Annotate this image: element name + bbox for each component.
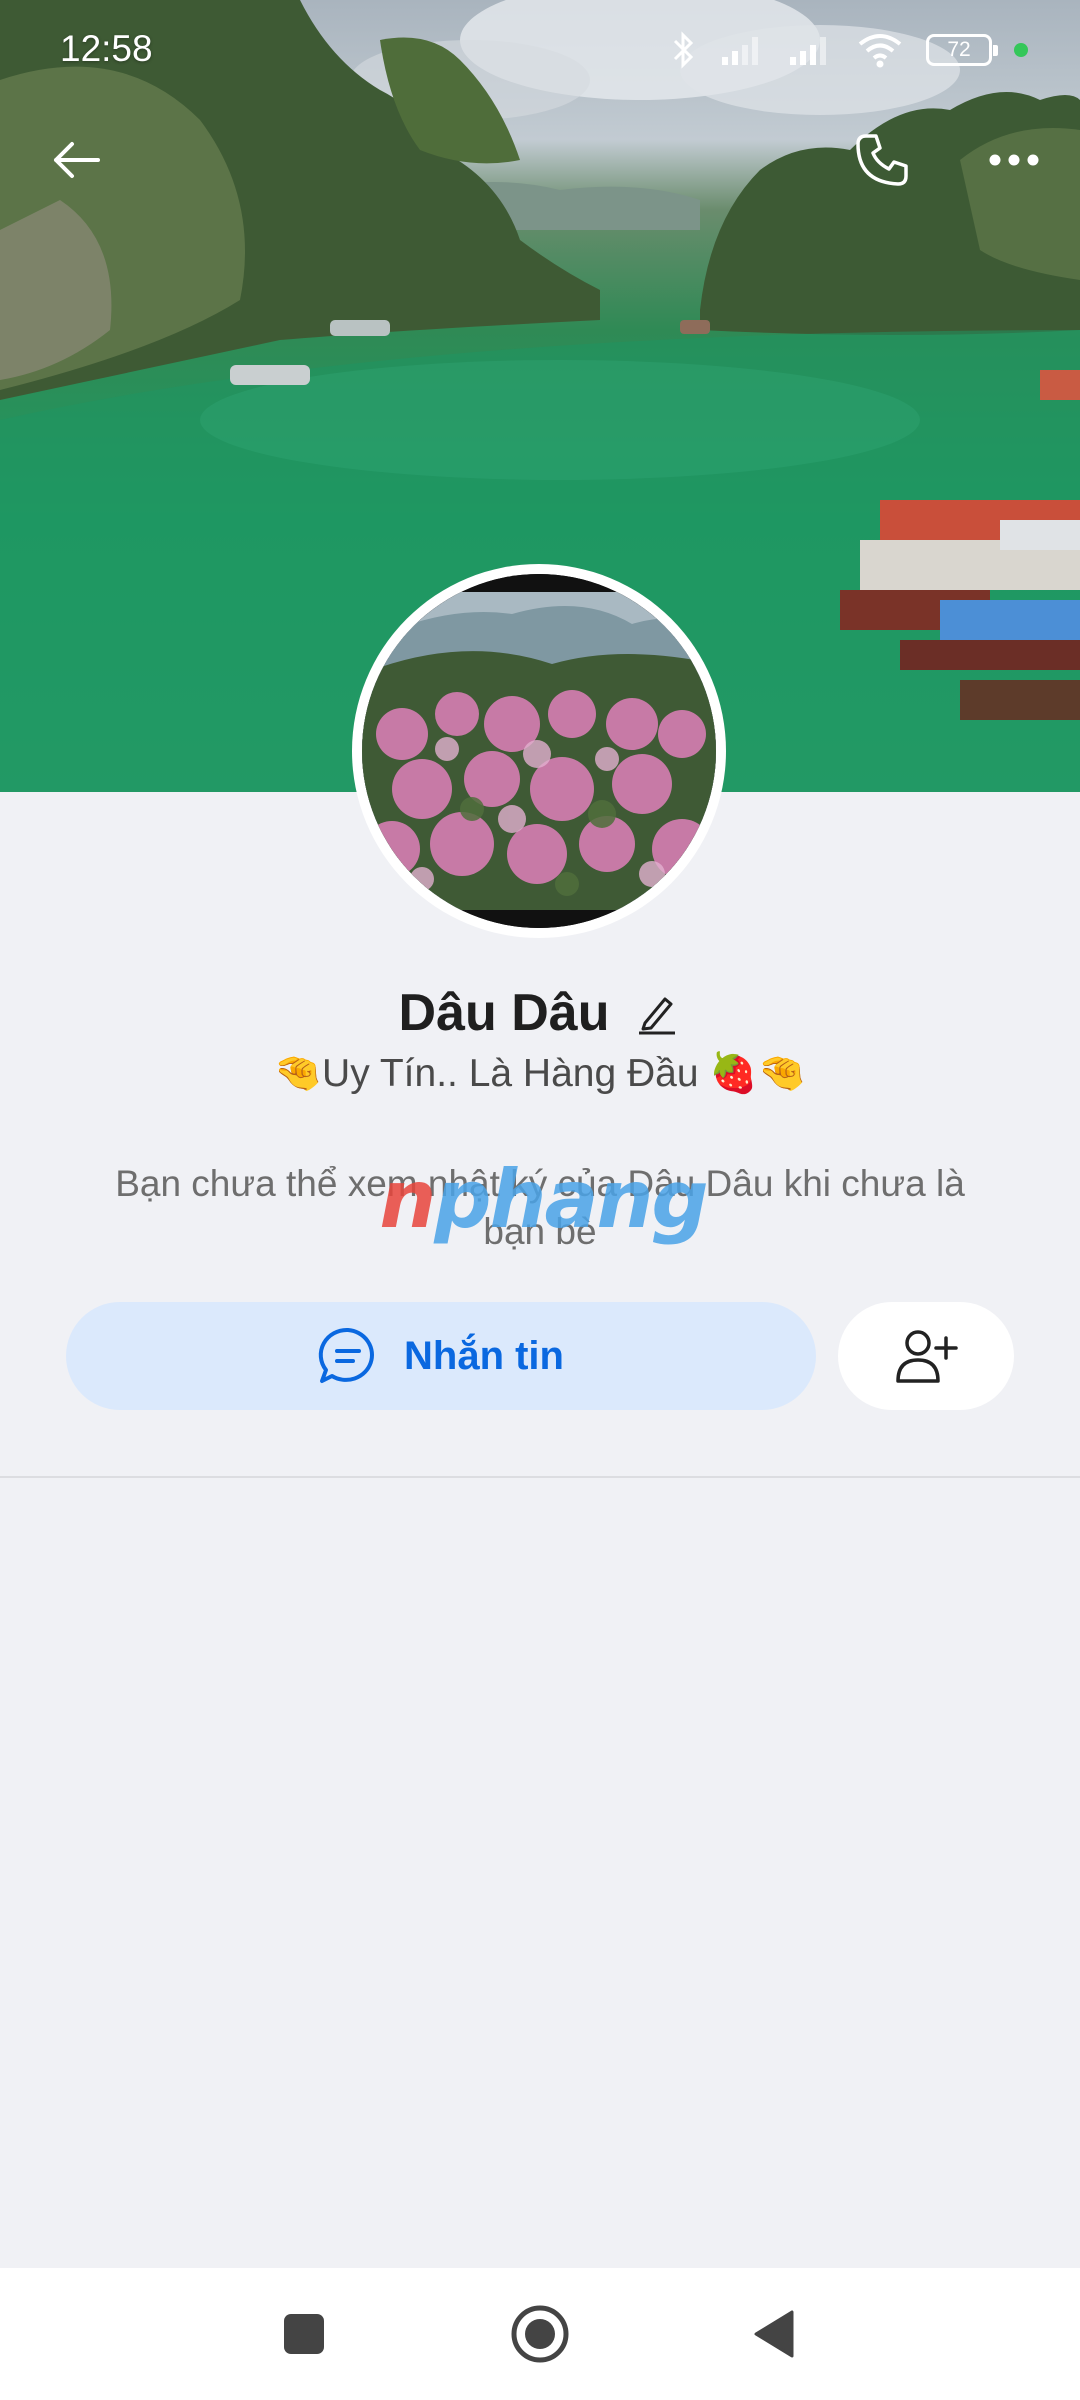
call-button[interactable]	[842, 120, 922, 200]
bluetooth-icon	[673, 31, 694, 69]
home-button[interactable]	[508, 2302, 572, 2366]
wifi-icon	[858, 34, 902, 68]
back-button[interactable]	[36, 120, 116, 200]
signal-icon	[722, 37, 758, 65]
recent-apps-icon	[284, 2314, 324, 2354]
battery-level: 72	[947, 38, 971, 61]
watermark-logo: nphang	[378, 1155, 708, 1245]
pencil-icon	[639, 997, 676, 1035]
system-nav-bar	[0, 2268, 1080, 2400]
avatar-photo	[362, 574, 716, 928]
profile-bio: 🤏Uy Tín.. Là Hàng Đầu 🍓🤏	[273, 1052, 807, 1095]
back-icon	[754, 2310, 794, 2358]
watermark-rest: phang	[434, 1153, 708, 1246]
avatar-flower-hill-image	[362, 574, 716, 928]
status-time: 12:58	[60, 28, 153, 69]
more-horizontal-icon	[989, 154, 1039, 166]
section-divider	[0, 1476, 1080, 1478]
profile-screen: 12:58 72 Dâu Dâu 🤏Uy Tín.. Là Hàng Đầu 🍓…	[0, 0, 1080, 2400]
battery-icon: 72	[926, 34, 998, 66]
more-button[interactable]	[974, 120, 1054, 200]
user-plus-icon	[896, 1330, 958, 1383]
edit-name-button[interactable]	[633, 989, 681, 1037]
profile-name: Dâu Dâu	[398, 984, 610, 1042]
home-icon	[511, 2305, 569, 2363]
add-friend-button[interactable]	[838, 1302, 1014, 1410]
avatar[interactable]	[352, 564, 726, 938]
chat-bubble-icon	[318, 1327, 374, 1383]
system-back-button[interactable]	[742, 2302, 806, 2366]
message-button[interactable]: Nhắn tin	[66, 1302, 816, 1410]
status-bar: 12:58 72	[0, 0, 1080, 100]
watermark-first-letter: n	[379, 1153, 436, 1246]
active-dot	[1014, 43, 1028, 57]
name-row: Dâu Dâu	[0, 978, 1080, 1048]
signal-icon	[790, 37, 826, 65]
status-icons: 72	[668, 26, 1028, 74]
message-button-label: Nhắn tin	[404, 1333, 564, 1378]
recent-apps-button[interactable]	[272, 2302, 336, 2366]
phone-icon	[856, 134, 908, 186]
arrow-left-icon	[54, 142, 100, 178]
